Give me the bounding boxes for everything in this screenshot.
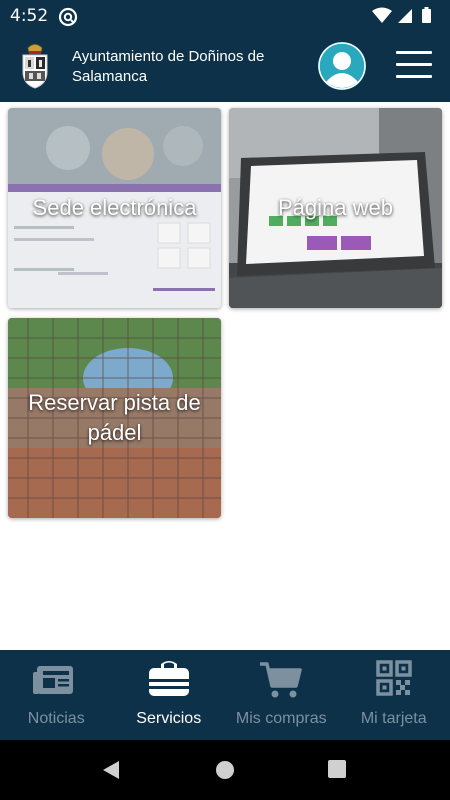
coat-of-arms-icon xyxy=(20,42,50,95)
nav-label: Mis compras xyxy=(235,710,327,727)
briefcase-icon xyxy=(146,658,192,707)
tile-pagina-web[interactable]: Página web xyxy=(229,108,442,308)
status-icons xyxy=(372,7,438,30)
tile-reservar-pista-padel[interactable]: Reservar pista de pádel xyxy=(8,318,221,518)
nav-item-servicios[interactable]: Servicios xyxy=(113,650,226,740)
app-title: Ayuntamiento de Doñinos de Salamanca xyxy=(72,48,265,85)
wifi-icon xyxy=(372,7,392,23)
tile-label: Sede electrónica xyxy=(32,195,197,220)
nav-item-mi-tarjeta[interactable]: Mi tarjeta xyxy=(338,650,450,740)
back-icon[interactable] xyxy=(101,760,121,785)
shopping-cart-icon xyxy=(258,658,304,707)
hamburger-menu-icon[interactable] xyxy=(396,51,432,83)
nav-label: Noticias xyxy=(27,710,85,727)
qr-code-icon xyxy=(371,658,417,707)
app-header: Ayuntamiento de Doñinos de Salamanca xyxy=(0,32,450,102)
status-time: 4:52 xyxy=(10,6,49,26)
battery-icon xyxy=(422,7,431,23)
nav-label: Mi tarjeta xyxy=(360,710,427,727)
nav-item-mis-compras[interactable]: Mis compras xyxy=(225,650,338,740)
nav-label: Servicios xyxy=(136,710,202,727)
status-bar: 4:52 xyxy=(0,0,450,32)
system-navigation-bar xyxy=(0,740,450,800)
at-sign-icon xyxy=(58,7,78,32)
nav-item-noticias[interactable]: Noticias xyxy=(0,650,113,740)
home-icon[interactable] xyxy=(215,760,235,785)
user-avatar-icon[interactable] xyxy=(318,42,366,90)
tile-sede-electronica[interactable]: Sede electrónica xyxy=(8,108,221,308)
tile-label: Página web xyxy=(278,195,393,220)
newspaper-icon xyxy=(33,658,79,707)
recents-icon[interactable] xyxy=(328,760,346,783)
tile-label: Reservar pista de pádel xyxy=(28,390,201,445)
signal-icon xyxy=(398,9,412,23)
bottom-navigation: Noticias Servicios Mis compras Mi tarjet… xyxy=(0,650,450,740)
